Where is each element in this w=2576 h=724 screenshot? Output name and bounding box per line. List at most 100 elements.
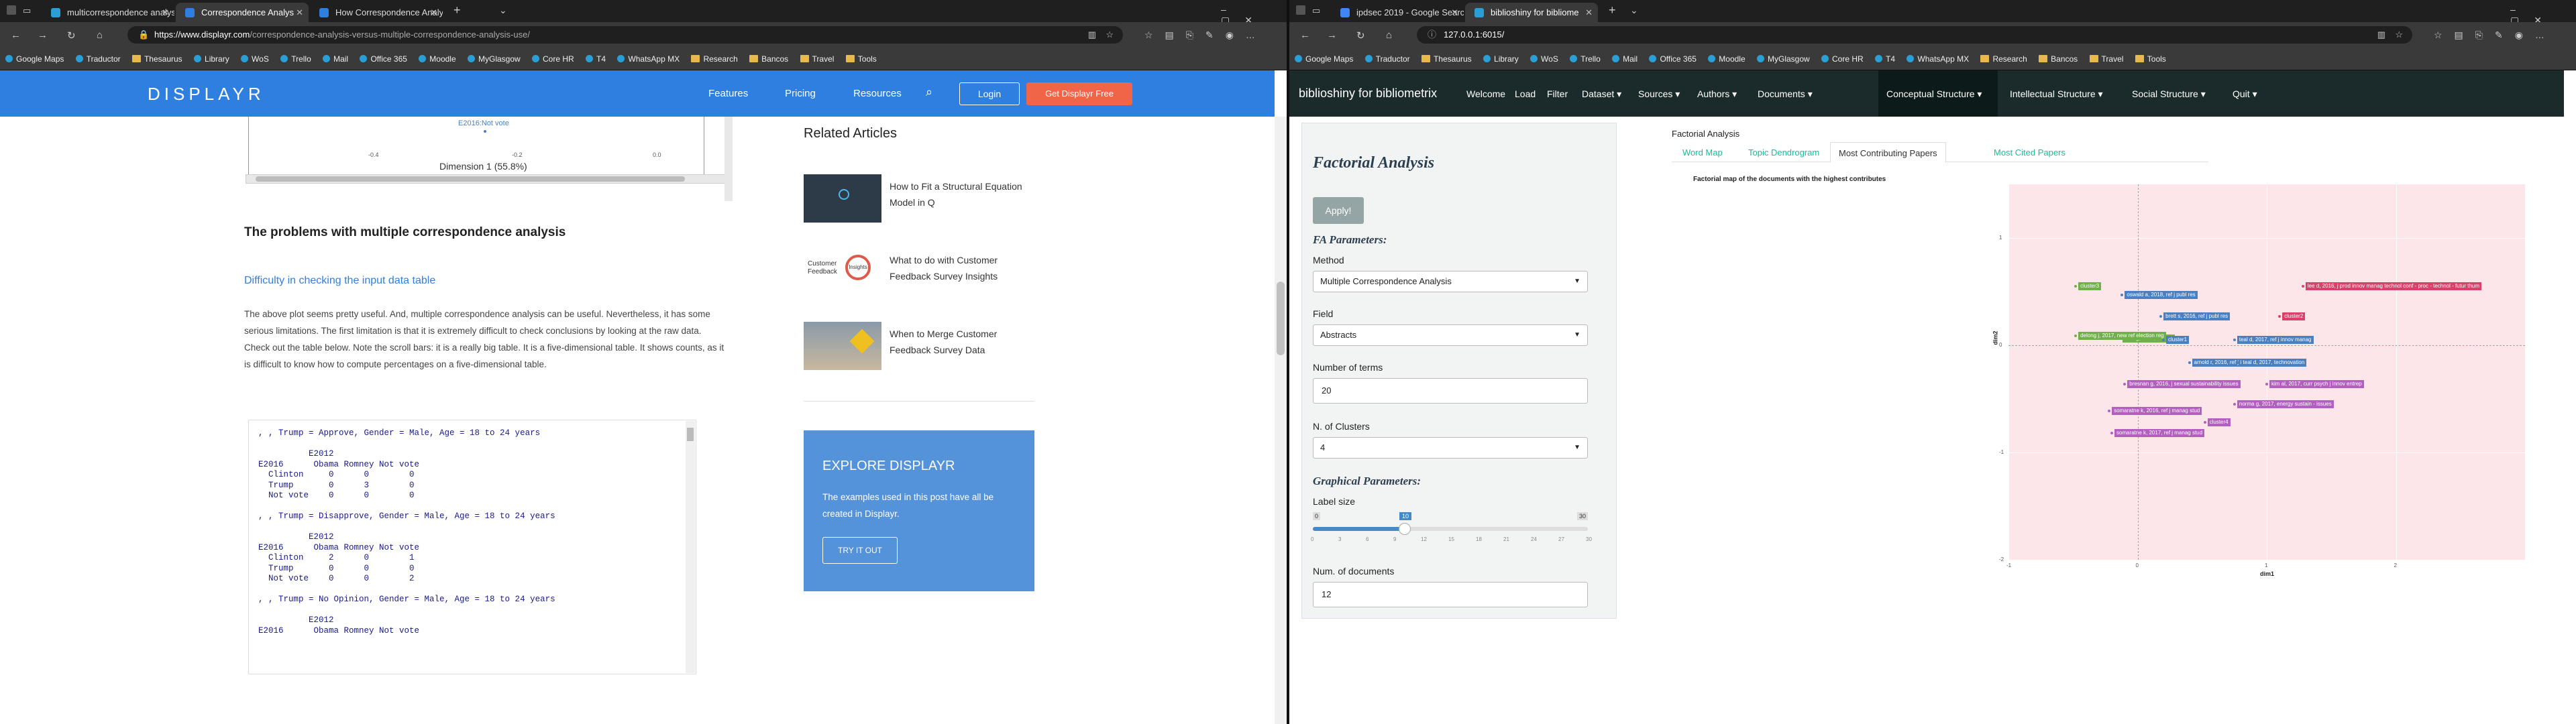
bookmark-item[interactable]: Moodle bbox=[1708, 48, 1746, 70]
related-article-link[interactable]: What to do with Customer Feedback Survey… bbox=[890, 252, 1030, 284]
menu-authors[interactable]: Authors ▾ bbox=[1697, 88, 1737, 100]
scrollbar-thumb[interactable] bbox=[687, 428, 694, 441]
home-icon[interactable]: ⌂ bbox=[97, 29, 103, 41]
tab-list-icon[interactable]: ▭ bbox=[23, 5, 31, 16]
bookmark-item[interactable]: Office 365 bbox=[1649, 48, 1697, 70]
bookmark-folder[interactable]: Tools bbox=[845, 48, 877, 70]
bookmark-folder[interactable]: Bancos bbox=[749, 48, 788, 70]
new-tab-button[interactable]: + bbox=[453, 3, 461, 17]
toolbar-icons[interactable]: ☆▤⎘✎◉… bbox=[2434, 29, 2557, 41]
clusters-select[interactable]: 4 ▼ bbox=[1313, 437, 1588, 459]
menu-welcome[interactable]: Welcome bbox=[1466, 88, 1505, 99]
field-select[interactable]: Abstracts ▼ bbox=[1313, 324, 1588, 346]
bookmark-item[interactable]: Library bbox=[1483, 48, 1519, 70]
tab-list-icon[interactable]: ▭ bbox=[1312, 5, 1320, 16]
bookmark-folder[interactable]: Research bbox=[1980, 48, 2027, 70]
method-select[interactable]: Multiple Correspondence Analysis ▼ bbox=[1313, 271, 1588, 292]
menu-sources[interactable]: Sources ▾ bbox=[1638, 88, 1680, 100]
menu-intellectual-structure[interactable]: Intellectual Structure ▾ bbox=[2010, 88, 2103, 100]
tab-multicorrespondence[interactable]: multicorrespondence analysi ✕ bbox=[42, 3, 174, 22]
related-article-link[interactable]: When to Merge Customer Feedback Survey D… bbox=[890, 326, 1030, 358]
close-icon[interactable]: ✕ bbox=[1451, 3, 1458, 22]
nav-features[interactable]: Features bbox=[708, 88, 748, 99]
home-icon[interactable]: ⌂ bbox=[1386, 29, 1392, 41]
menu-filter[interactable]: Filter bbox=[1547, 88, 1568, 99]
bookmark-item[interactable]: WhatsApp MX bbox=[1907, 48, 1969, 70]
app-brand[interactable]: biblioshiny for bibliometrix bbox=[1299, 86, 1437, 101]
bookmark-item[interactable]: WhatsApp MX bbox=[617, 48, 680, 70]
page-scrollbar[interactable] bbox=[1275, 117, 1287, 724]
bookmark-item[interactable]: Thesaurus bbox=[131, 48, 182, 70]
article-thumbnail[interactable]: Customer Feedback Insights bbox=[804, 248, 881, 296]
article-thumbnail[interactable] bbox=[804, 322, 881, 370]
label-size-slider[interactable]: 0 30 10 0 3 6 9 12 15 18 21 24 27 30 bbox=[1311, 512, 1592, 546]
menu-conceptual-structure[interactable]: Conceptual Structure ▾ bbox=[1886, 88, 1982, 100]
favorite-star-icon[interactable]: ☆ bbox=[1106, 26, 1114, 44]
bookmark-item[interactable]: Mail bbox=[1612, 48, 1638, 70]
get-displayr-free-button[interactable]: Get Displayr Free bbox=[1026, 82, 1132, 105]
reload-icon[interactable]: ↻ bbox=[1356, 29, 1365, 42]
bookmark-folder[interactable]: Travel bbox=[800, 48, 834, 70]
bookmark-item[interactable]: Mail bbox=[323, 48, 348, 70]
bookmark-item[interactable]: MyGlasgow bbox=[467, 48, 521, 70]
menu-dataset[interactable]: Dataset ▾ bbox=[1582, 88, 1621, 100]
tab-word-map[interactable]: Word Map bbox=[1682, 147, 1723, 158]
scrollbar-thumb[interactable] bbox=[1277, 282, 1285, 355]
apply-button[interactable]: Apply! bbox=[1313, 197, 1364, 224]
url-bar[interactable]: 🔒 https://www.displayr.com/correspondenc… bbox=[127, 26, 1123, 44]
bookmark-folder[interactable]: Bancos bbox=[2039, 48, 2078, 70]
tab-most-contributing-papers[interactable]: Most Contributing Papers bbox=[1830, 142, 1946, 163]
nav-resources[interactable]: Resources bbox=[853, 88, 902, 99]
bookmark-item[interactable]: Google Maps bbox=[1295, 48, 1353, 70]
new-tab-button[interactable]: + bbox=[1609, 3, 1616, 17]
bookmark-item[interactable]: Trello bbox=[1570, 48, 1601, 70]
back-icon[interactable]: ← bbox=[1300, 29, 1310, 41]
bookmark-item[interactable]: T4 bbox=[586, 48, 606, 70]
tab-biblioshiny[interactable]: biblioshiny for bibliome ✕ bbox=[1465, 3, 1598, 22]
favorite-star-icon[interactable]: ☆ bbox=[2395, 26, 2403, 44]
menu-documents[interactable]: Documents ▾ bbox=[1758, 88, 1813, 100]
forward-icon[interactable]: → bbox=[38, 29, 48, 41]
close-icon[interactable]: ✕ bbox=[296, 3, 303, 22]
bookmark-folder[interactable]: Travel bbox=[2089, 48, 2123, 70]
reader-view-icon[interactable]: ▥ bbox=[2377, 26, 2385, 44]
try-it-out-button[interactable]: TRY IT OUT bbox=[822, 537, 898, 564]
terms-input[interactable]: 20 bbox=[1313, 378, 1588, 404]
toolbar-icons[interactable]: ☆▤⎘✎◉… bbox=[1144, 29, 1267, 41]
browser-menu-icon[interactable] bbox=[1296, 5, 1305, 15]
tab-correspondence-analysis[interactable]: Correspondence Analys ✕ bbox=[176, 3, 309, 22]
bookmark-item[interactable]: WoS bbox=[1530, 48, 1558, 70]
browser-menu-icon[interactable] bbox=[7, 5, 16, 15]
bookmark-item[interactable]: Moodle bbox=[419, 48, 456, 70]
close-icon[interactable]: ✕ bbox=[162, 3, 169, 22]
vertical-scrollbar[interactable] bbox=[724, 117, 733, 201]
horizontal-scrollbar[interactable] bbox=[246, 174, 727, 184]
bookmark-item[interactable]: Traductor bbox=[75, 48, 121, 70]
url-bar[interactable]: ⓘ 127.0.0.1:6015/ ▥ ☆ bbox=[1417, 26, 2412, 44]
bookmark-item[interactable]: Google Maps bbox=[5, 48, 64, 70]
numdocs-input[interactable]: 12 bbox=[1313, 582, 1588, 607]
bookmark-folder[interactable]: Research bbox=[691, 48, 738, 70]
close-icon[interactable]: ✕ bbox=[1585, 3, 1593, 22]
slider-handle[interactable] bbox=[1399, 523, 1411, 535]
bookmark-item[interactable]: Core HR bbox=[532, 48, 574, 70]
related-article-link[interactable]: How to Fit a Structural Equation Model i… bbox=[890, 178, 1030, 210]
bookmark-item[interactable]: Core HR bbox=[1821, 48, 1864, 70]
tab-topic-dendrogram[interactable]: Topic Dendrogram bbox=[1748, 147, 1819, 158]
bookmark-item[interactable]: MyGlasgow bbox=[1756, 48, 1810, 70]
menu-social-structure[interactable]: Social Structure ▾ bbox=[2132, 88, 2206, 100]
bookmark-item[interactable]: Office 365 bbox=[360, 48, 407, 70]
tab-how-correspondence[interactable]: How Correspondence Analy ✕ bbox=[310, 3, 443, 22]
chevron-down-icon[interactable]: ⌄ bbox=[499, 5, 507, 16]
bookmark-folder[interactable]: Tools bbox=[2135, 48, 2166, 70]
login-button[interactable]: Login bbox=[959, 82, 1020, 105]
reload-icon[interactable]: ↻ bbox=[67, 29, 76, 42]
bookmark-item[interactable]: Trello bbox=[280, 48, 311, 70]
bookmark-item[interactable]: WoS bbox=[241, 48, 269, 70]
menu-load[interactable]: Load bbox=[1515, 88, 1536, 99]
displayr-logo[interactable]: DISPLAYR bbox=[148, 84, 265, 105]
scrollbar-thumb[interactable] bbox=[256, 176, 685, 182]
forward-icon[interactable]: → bbox=[1327, 29, 1337, 41]
bookmark-item[interactable]: Library bbox=[194, 48, 229, 70]
tab-most-cited-papers[interactable]: Most Cited Papers bbox=[1994, 147, 2065, 158]
